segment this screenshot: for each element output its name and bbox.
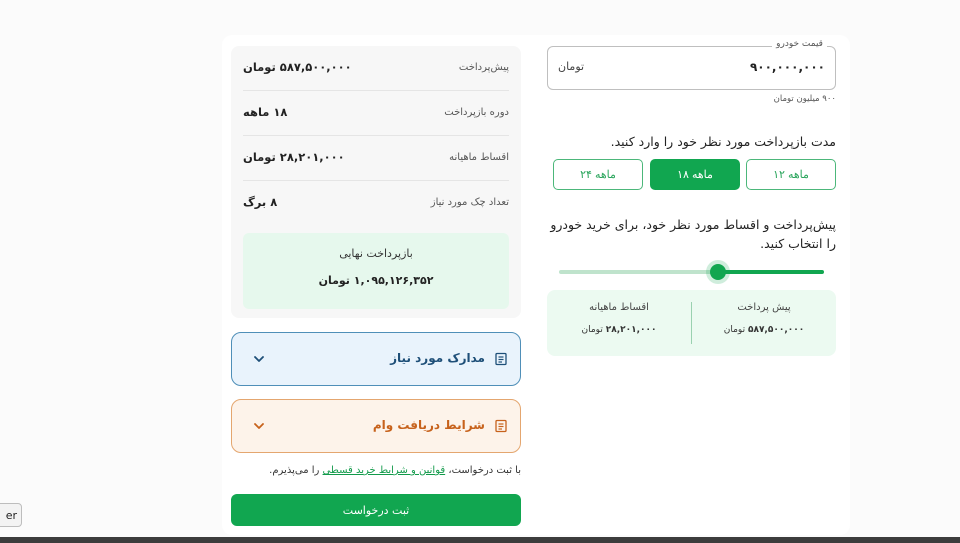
detail-row-checks: تعداد چک مورد نیاز ۸ برگ (243, 181, 509, 226)
slider-track-active (718, 270, 824, 274)
summary-monthly-unit: تومان (581, 325, 603, 335)
down-payment-title: پیش‌پرداخت و اقساط مورد نظر خود، برای خر… (550, 217, 836, 251)
summary-down-value: ۵۸۷,۵۰۰,۰۰۰ (747, 325, 805, 335)
page-background: قیمت خودرو ۹۰۰,۰۰۰,۰۰۰ تومان ۹۰۰ میلیون … (0, 0, 960, 543)
chevron-down-icon[interactable] (252, 352, 266, 366)
final-repayment-box: بازپرداخت نهایی ۱,۰۹۵,۱۲۶,۳۵۲ تومان (243, 233, 509, 309)
car-price-input[interactable]: قیمت خودرو ۹۰۰,۰۰۰,۰۰۰ تومان (547, 39, 836, 90)
loan-details-panel: پیش‌پرداخت ۵۸۷,۵۰۰,۰۰۰ تومان دوره بازپرد… (231, 46, 521, 318)
documents-accordion[interactable]: مدارک مورد نیاز (231, 332, 521, 386)
car-price-value[interactable]: ۹۰۰,۰۰۰,۰۰۰ (750, 60, 825, 74)
summary-monthly: اقساط ماهیانه ۲۸,۲۰۱,۰۰۰ تومان (547, 302, 691, 335)
detail-value: ۵۸۷,۵۰۰,۰۰۰ تومان (243, 60, 352, 74)
summary-monthly-amount: ۲۸,۲۰۱,۰۰۰ تومان (547, 325, 691, 335)
terms-suffix: را می‌پذیرم. (269, 465, 320, 476)
document-icon (495, 352, 507, 366)
terms-prefix: با ثبت درخواست، (448, 465, 521, 476)
duration-24-button[interactable]: ۲۴ ماهه (553, 159, 643, 190)
summary-monthly-label: اقساط ماهیانه (589, 302, 649, 313)
summary-monthly-value: ۲۸,۲۰۱,۰۰۰ (605, 325, 657, 335)
detail-label: تعداد چک مورد نیاز (430, 197, 509, 208)
detail-label: اقساط ماهیانه (449, 152, 509, 163)
chevron-down-icon[interactable] (252, 419, 266, 433)
side-tab[interactable]: er (0, 503, 22, 527)
payment-summary: پیش پرداخت ۵۸۷,۵۰۰,۰۰۰ تومان اقساط ماهیا… (547, 290, 836, 356)
detail-value: ۱۸ ماهه (243, 105, 288, 119)
detail-row-monthly: اقساط ماهیانه ۲۸,۲۰۱,۰۰۰ تومان (243, 136, 509, 181)
detail-value: ۸ برگ (243, 195, 278, 209)
car-price-hint: ۹۰۰ میلیون تومان (773, 94, 836, 104)
taskbar (0, 537, 960, 543)
summary-down-unit: تومان (723, 325, 746, 335)
down-payment-slider[interactable] (559, 264, 824, 280)
loan-terms-accordion-title: شرایط دریافت وام (372, 418, 485, 432)
submit-request-button[interactable]: ثبت درخواست (231, 494, 521, 526)
terms-link[interactable]: قوانین و شرایط خرید قسطی (323, 465, 446, 476)
documents-accordion-title: مدارک مورد نیاز (390, 351, 485, 365)
detail-row-period: دوره بازپرداخت ۱۸ ماهه (243, 91, 509, 136)
car-price-unit: تومان (558, 60, 585, 73)
detail-label: دوره بازپرداخت (444, 107, 509, 118)
detail-label: پیش‌پرداخت (458, 62, 509, 73)
summary-down-payment: پیش پرداخت ۵۸۷,۵۰۰,۰۰۰ تومان (692, 302, 836, 335)
summary-divider (691, 302, 692, 344)
summary-down-amount: ۵۸۷,۵۰۰,۰۰۰ تومان (692, 325, 836, 335)
slider-track-inactive (559, 270, 718, 274)
duration-title: مدت بازپرداخت مورد نظر خود را وارد کنید. (610, 134, 836, 149)
summary-down-label: پیش پرداخت (737, 302, 791, 313)
detail-row-down-payment: پیش‌پرداخت ۵۸۷,۵۰۰,۰۰۰ تومان (243, 46, 509, 91)
terms-agreement: با ثبت درخواست، قوانین و شرایط خرید قسطی… (231, 465, 521, 476)
loan-terms-accordion[interactable]: شرایط دریافت وام (231, 399, 521, 453)
duration-18-button[interactable]: ۱۸ ماهه (650, 159, 740, 190)
final-repayment-label: بازپرداخت نهایی (339, 247, 413, 260)
document-icon (495, 419, 507, 433)
slider-thumb[interactable] (710, 264, 726, 280)
car-price-label: قیمت خودرو (772, 39, 827, 49)
duration-12-button[interactable]: ۱۲ ماهه (746, 159, 836, 190)
final-repayment-value: ۱,۰۹۵,۱۲۶,۳۵۲ تومان (318, 274, 434, 287)
detail-value: ۲۸,۲۰۱,۰۰۰ تومان (243, 150, 345, 164)
